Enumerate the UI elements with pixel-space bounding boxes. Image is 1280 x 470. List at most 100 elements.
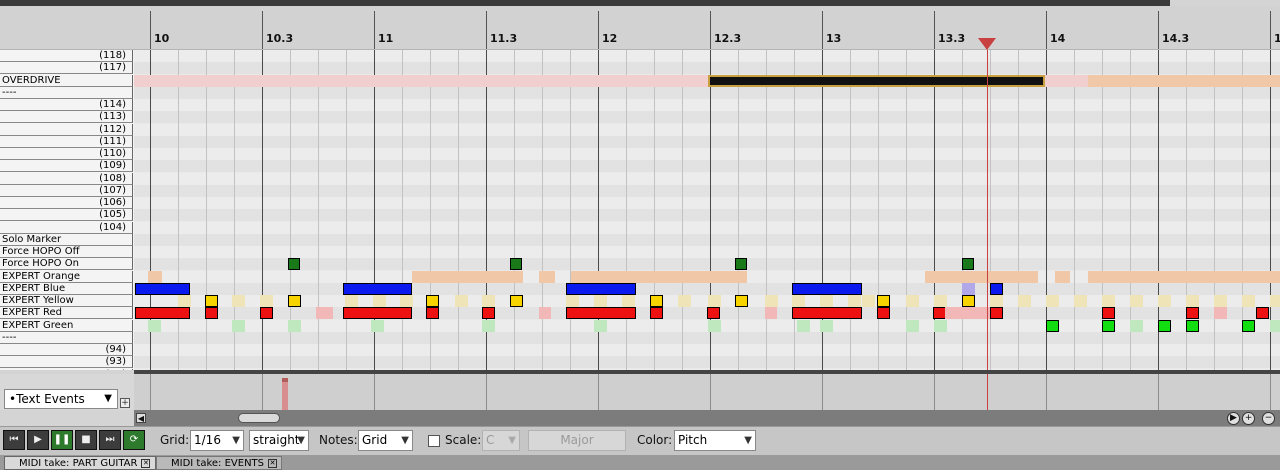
note-row-label[interactable]: EXPERT Blue — [0, 282, 133, 295]
cc-lane-select[interactable]: •Text Events ▼ — [4, 389, 118, 409]
yellow-note[interactable] — [962, 295, 975, 307]
yellow-note[interactable] — [426, 295, 439, 307]
yellow-ghost-note[interactable] — [455, 295, 468, 307]
note-row-label[interactable]: (117) — [0, 62, 133, 75]
green-ghost-note[interactable] — [371, 319, 384, 332]
red-ghost-note[interactable] — [945, 307, 990, 320]
hopo-note[interactable] — [288, 258, 300, 271]
tab-events[interactable]: MIDI take: EVENTS ✕ — [156, 456, 282, 470]
green-ghost-note[interactable] — [797, 319, 810, 332]
yellow-ghost-note[interactable] — [792, 295, 805, 307]
red-ghost-note[interactable] — [1214, 307, 1227, 320]
hopo-note[interactable] — [510, 258, 522, 271]
yellow-note[interactable] — [877, 295, 890, 307]
color-mode-select[interactable]: Pitch ▼ — [674, 430, 756, 451]
playhead-marker-icon[interactable] — [978, 38, 996, 50]
green-ghost-note[interactable] — [594, 319, 607, 332]
yellow-ghost-note[interactable] — [373, 295, 386, 307]
red-note[interactable] — [1256, 307, 1269, 320]
go-to-start-button[interactable]: ⏮ — [3, 430, 25, 450]
note-row-label[interactable]: (107) — [0, 184, 133, 197]
yellow-ghost-note[interactable] — [1186, 295, 1199, 307]
blue-note[interactable] — [135, 282, 190, 295]
yellow-ghost-note[interactable] — [1074, 295, 1087, 307]
green-ghost-note[interactable] — [1270, 319, 1280, 332]
add-cc-lane-button[interactable]: + — [120, 398, 130, 408]
yellow-ghost-note[interactable] — [622, 295, 635, 307]
note-row-label[interactable]: ---- — [0, 86, 133, 99]
blue-note[interactable] — [566, 282, 636, 295]
note-row-label[interactable]: EXPERT Yellow — [0, 295, 133, 307]
green-ghost-note[interactable] — [288, 319, 301, 332]
yellow-ghost-note[interactable] — [594, 295, 607, 307]
red-note[interactable] — [566, 307, 636, 320]
yellow-ghost-note[interactable] — [820, 295, 833, 307]
red-note[interactable] — [650, 307, 663, 320]
yellow-ghost-note[interactable] — [848, 295, 861, 307]
yellow-ghost-note[interactable] — [260, 295, 273, 307]
green-note[interactable] — [1102, 319, 1115, 332]
yellow-ghost-note[interactable] — [678, 295, 691, 307]
overdrive-ghost-note[interactable] — [1045, 74, 1088, 87]
note-row-label[interactable]: (92) — [0, 368, 133, 370]
note-row-label[interactable]: (109) — [0, 160, 133, 173]
green-ghost-note[interactable] — [232, 319, 245, 332]
red-note[interactable] — [260, 307, 273, 320]
yellow-ghost-note[interactable] — [906, 295, 919, 307]
note-row-label[interactable]: OVERDRIVE — [0, 74, 133, 87]
red-ghost-note[interactable] — [765, 307, 777, 320]
yellow-ghost-note[interactable] — [862, 295, 875, 307]
yellow-ghost-note[interactable] — [765, 295, 778, 307]
green-ghost-note[interactable] — [708, 319, 721, 332]
hopo-note[interactable] — [962, 258, 974, 271]
overdrive-note[interactable] — [708, 74, 1045, 87]
scrollbar-thumb[interactable] — [238, 413, 280, 423]
stop-button[interactable]: ■ — [75, 430, 97, 450]
note-row-label[interactable]: Force HOPO On — [0, 258, 133, 271]
yellow-ghost-note[interactable] — [566, 295, 579, 307]
play-button[interactable]: ▶ — [27, 430, 49, 450]
blue-note[interactable] — [792, 282, 862, 295]
yellow-ghost-note[interactable] — [934, 295, 947, 307]
note-row-label[interactable]: (105) — [0, 209, 133, 222]
timeline-ruler[interactable]: 10 10.3 11 11.3 12 12.3 13 13.3 14 14.3 1 — [0, 6, 1280, 50]
note-row-label[interactable]: (113) — [0, 111, 133, 124]
red-note[interactable] — [205, 307, 218, 320]
green-ghost-note[interactable] — [148, 319, 161, 332]
orange-ghost-note[interactable] — [571, 270, 747, 283]
red-note[interactable] — [990, 307, 1003, 320]
yellow-ghost-note[interactable] — [990, 295, 1003, 307]
piano-roll-grid[interactable] — [134, 50, 1280, 370]
zoom-out-icon[interactable]: − — [1262, 412, 1275, 425]
red-note[interactable] — [877, 307, 890, 320]
yellow-ghost-note[interactable] — [400, 295, 413, 307]
red-ghost-note[interactable] — [316, 307, 333, 320]
notes-select[interactable]: Grid ▼ — [358, 430, 413, 451]
yellow-note[interactable] — [735, 295, 748, 307]
blue-note[interactable] — [990, 282, 1003, 295]
yellow-note[interactable] — [205, 295, 218, 307]
note-row-label[interactable]: ---- — [0, 331, 133, 344]
red-note[interactable] — [482, 307, 495, 320]
blue-ghost-note[interactable] — [962, 282, 975, 295]
scroll-left-icon[interactable]: ◀ — [136, 413, 146, 423]
note-row-label[interactable]: EXPERT Red — [0, 307, 133, 320]
orange-ghost-note[interactable] — [412, 270, 523, 283]
green-note[interactable] — [1046, 319, 1059, 332]
red-note[interactable] — [343, 307, 412, 320]
scale-key-select[interactable]: C ▼ — [482, 430, 520, 451]
red-note[interactable] — [1102, 307, 1115, 320]
yellow-note[interactable] — [650, 295, 663, 307]
green-ghost-note[interactable] — [906, 319, 919, 332]
orange-ghost-note[interactable] — [539, 270, 555, 283]
note-row-label[interactable]: EXPERT Orange — [0, 270, 133, 283]
note-row-label[interactable]: Solo Marker — [0, 233, 133, 246]
close-icon[interactable]: ✕ — [268, 458, 278, 468]
scale-checkbox[interactable] — [428, 435, 440, 447]
pause-button[interactable]: ❚❚ — [51, 430, 73, 450]
zoom-in-icon[interactable]: + — [1242, 412, 1255, 425]
red-note[interactable] — [426, 307, 439, 320]
note-row-label[interactable]: (104) — [0, 221, 133, 234]
note-name-list[interactable]: (118) (117) OVERDRIVE ---- (114) (113) (112) (1… — [0, 50, 134, 370]
note-row-label[interactable]: (118) — [0, 50, 133, 62]
